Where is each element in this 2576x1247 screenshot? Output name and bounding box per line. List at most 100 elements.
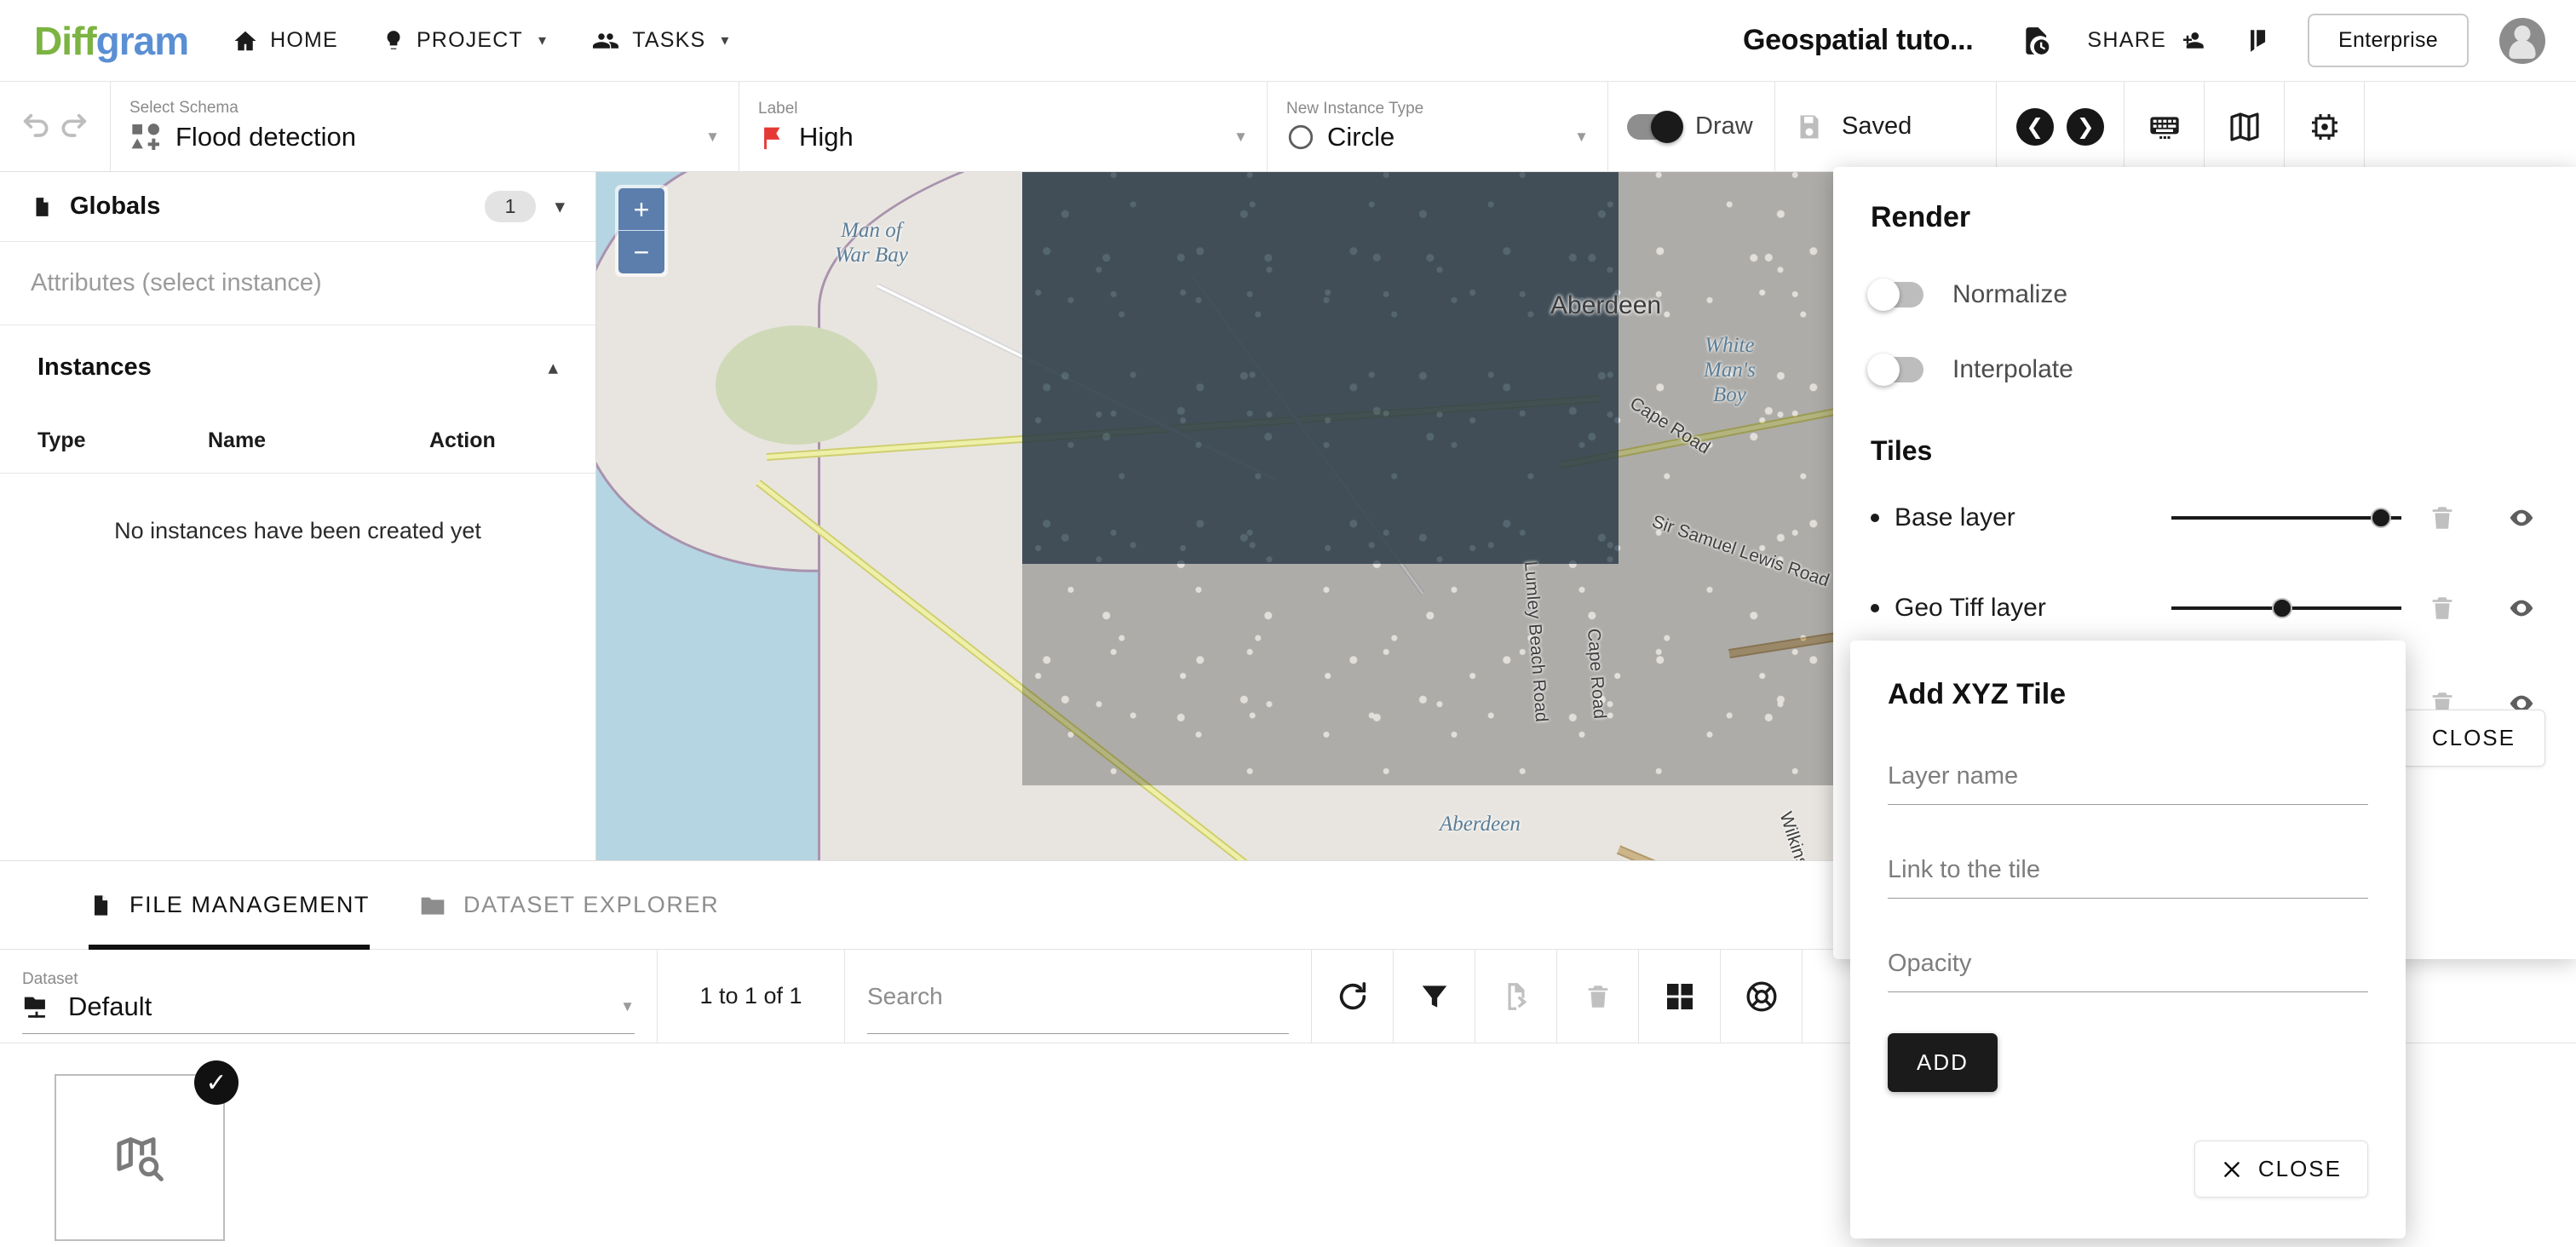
save-status[interactable]: Saved <box>1775 82 1997 171</box>
instances-table-header: Type Name Action <box>0 409 595 474</box>
bookmark-icon[interactable] <box>2245 24 2274 58</box>
sidebar-section-instances[interactable]: Instances ▴ <box>0 325 595 409</box>
map-zoom-in-button[interactable]: + <box>618 188 664 231</box>
refresh-icon <box>1336 980 1370 1014</box>
xyz-dialog-title: Add XYZ Tile <box>1888 678 2067 710</box>
slider-thumb[interactable] <box>2272 598 2293 618</box>
home-icon <box>233 28 258 54</box>
circle-outline-icon <box>1286 121 1315 153</box>
tile-link-input[interactable] <box>1888 851 2368 899</box>
chevron-down-icon[interactable]: ▼ <box>705 129 720 146</box>
tile-name-wrapper: Geo Tiff layer <box>1871 594 2171 623</box>
draw-toggle[interactable]: Draw <box>1608 82 1775 171</box>
redo-icon[interactable] <box>56 110 90 144</box>
chevron-down-icon[interactable]: ▼ <box>1233 129 1248 146</box>
trash-icon[interactable] <box>2428 502 2457 534</box>
tile-opacity-slider[interactable] <box>2171 503 2402 533</box>
map-view-button[interactable] <box>2205 82 2285 171</box>
xyz-close-button[interactable]: CLOSE <box>2194 1141 2368 1198</box>
tab-file-management[interactable]: FILE MANAGEMENT <box>89 861 371 950</box>
file-icon <box>89 891 112 920</box>
schema-label: Select Schema <box>129 99 239 117</box>
chevron-down-icon[interactable]: ▼ <box>620 998 635 1015</box>
nav-item-tasks[interactable]: TASKS ▾ <box>591 28 729 54</box>
share-button[interactable]: SHARE <box>2087 28 2207 54</box>
tab-dataset-explorer-label: DATASET EXPLORER <box>463 892 720 917</box>
column-header-type: Type <box>37 428 86 452</box>
map-zoom-controls: + − <box>615 185 668 277</box>
search-underline <box>867 1033 1289 1034</box>
grid-view-button[interactable] <box>1639 950 1721 1043</box>
instances-label: Instances <box>37 353 152 381</box>
search-input[interactable] <box>867 982 1289 1010</box>
dataset-select[interactable]: Dataset Default ▼ <box>0 950 658 1043</box>
tile-layer-name: Geo Tiff layer <box>1895 594 2046 622</box>
refresh-button[interactable] <box>1312 950 1394 1043</box>
trash-icon[interactable] <box>2428 592 2457 624</box>
interpolate-toggle[interactable] <box>1867 353 1923 386</box>
tile-opacity-slider[interactable] <box>2171 593 2402 624</box>
opacity-input[interactable] <box>1888 945 2368 992</box>
diffgram-logo[interactable]: Diffgram <box>34 18 189 64</box>
annotation-sidebar: Globals 1 ▾ Attributes (select instance)… <box>0 172 596 860</box>
nav-item-home[interactable]: HOME <box>233 28 338 54</box>
tile-row: Base layer <box>1871 479 2539 557</box>
crop-frame-button[interactable] <box>2285 82 2365 171</box>
normalize-label: Normalize <box>1952 280 2068 308</box>
avatar[interactable] <box>2499 17 2545 64</box>
undo-icon[interactable] <box>20 110 54 144</box>
file-history-icon[interactable] <box>2021 24 2053 58</box>
delete-file-button[interactable] <box>1557 950 1639 1043</box>
nav-item-project-label: PROJECT <box>416 28 524 52</box>
add-tile-button[interactable]: ADD <box>1888 1033 1998 1092</box>
flag-icon <box>758 121 787 153</box>
chevron-left-circle-icon[interactable]: ❮ <box>2015 107 2054 146</box>
opacity-field-wrapper <box>1888 945 2368 992</box>
eye-icon[interactable] <box>2504 504 2539 532</box>
tab-dataset-explorer[interactable]: DATASET EXPLORER <box>419 861 719 950</box>
move-file-button[interactable] <box>1475 950 1557 1043</box>
grid-view-icon <box>1665 981 1695 1012</box>
dataset-underline <box>22 1033 635 1034</box>
person-add-icon <box>2176 28 2207 54</box>
slider-thumb[interactable] <box>2371 508 2392 528</box>
navigation-arrows: ❮ ❯ <box>1997 82 2125 171</box>
file-selected-badge: ✓ <box>194 1060 239 1105</box>
normalize-toggle-row: Normalize <box>1867 279 2539 311</box>
instance-type-select[interactable]: New Instance Type Circle ▼ <box>1268 82 1608 171</box>
nav-item-project[interactable]: PROJECT ▾ <box>382 28 547 54</box>
tile-actions <box>2428 502 2539 534</box>
layer-name-input[interactable] <box>1888 757 2368 805</box>
eye-icon[interactable] <box>2504 595 2539 622</box>
chevron-down-icon[interactable]: ▾ <box>555 195 565 218</box>
sidebar-section-globals[interactable]: Globals 1 ▾ <box>0 172 595 242</box>
globals-count-badge: 1 <box>484 191 537 222</box>
interpolate-toggle-knob <box>1867 353 1900 386</box>
draw-toggle-track[interactable] <box>1627 110 1683 143</box>
render-close-button[interactable]: CLOSE <box>2401 710 2545 767</box>
chevron-down-icon[interactable]: ▼ <box>1574 129 1589 146</box>
normalize-toggle[interactable] <box>1867 279 1923 311</box>
help-button[interactable] <box>1721 950 1803 1043</box>
lightbulb-icon <box>382 28 405 54</box>
logo-text-gram: gram <box>95 18 189 63</box>
schema-select[interactable]: Select Schema Flood detection ▼ <box>111 82 739 171</box>
draw-toggle-knob <box>1651 110 1683 143</box>
search-field-wrapper <box>845 950 1312 1043</box>
label-select[interactable]: Label High ▼ <box>739 82 1268 171</box>
file-thumbnail[interactable]: ✓ <box>55 1060 239 1241</box>
normalize-toggle-knob <box>1867 279 1900 311</box>
logo-text-diff: Diff <box>34 18 97 63</box>
layer-name-field-wrapper <box>1888 757 2368 805</box>
share-label: SHARE <box>2087 28 2167 52</box>
chevron-right-circle-icon[interactable]: ❯ <box>2067 107 2105 146</box>
keyboard-shortcuts-button[interactable] <box>2125 82 2205 171</box>
enterprise-button[interactable]: Enterprise <box>2308 14 2469 67</box>
filter-button[interactable] <box>1394 950 1475 1043</box>
instances-empty-message: No instances have been created yet <box>114 518 481 543</box>
dataset-value: Default <box>68 991 152 1021</box>
map-zoom-out-button[interactable]: − <box>618 231 664 273</box>
trash-icon <box>1584 980 1613 1013</box>
tiles-section-title: Tiles <box>1871 435 1933 466</box>
chevron-up-icon[interactable]: ▴ <box>548 356 558 379</box>
